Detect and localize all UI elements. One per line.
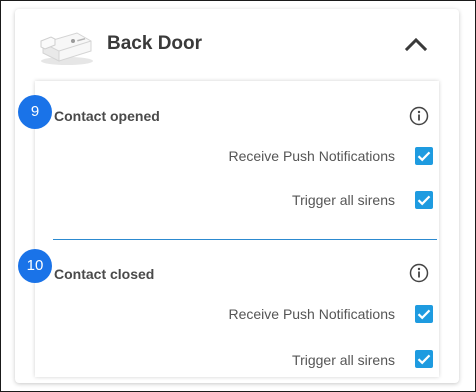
checkmark-icon bbox=[417, 354, 431, 365]
checkbox-closed-push[interactable] bbox=[415, 305, 433, 323]
info-button-contact-closed[interactable] bbox=[409, 263, 429, 283]
notification-settings-panel: Contact opened Receive Push Notification… bbox=[35, 81, 439, 377]
option-label-opened-sirens: Trigger all sirens bbox=[292, 192, 395, 208]
checkmark-icon bbox=[417, 195, 431, 206]
option-label-opened-push: Receive Push Notifications bbox=[228, 148, 395, 164]
option-label-closed-push: Receive Push Notifications bbox=[228, 306, 395, 322]
checkbox-opened-sirens[interactable] bbox=[415, 191, 433, 209]
checkbox-opened-push[interactable] bbox=[415, 147, 433, 165]
step-badge-10: 10 bbox=[18, 249, 52, 283]
option-label-closed-sirens: Trigger all sirens bbox=[292, 352, 395, 368]
device-card-header[interactable]: Back Door bbox=[15, 9, 459, 81]
section-divider bbox=[53, 239, 437, 240]
device-title: Back Door bbox=[107, 33, 203, 54]
door-contact-sensor-icon bbox=[40, 32, 93, 65]
step-badge-9: 9 bbox=[18, 95, 52, 129]
checkmark-icon bbox=[417, 309, 431, 320]
checkbox-closed-sirens[interactable] bbox=[415, 350, 433, 368]
screenshot-frame: Back Door Contact opened Receive Push No… bbox=[0, 0, 476, 392]
info-icon bbox=[409, 106, 429, 126]
checkmark-icon bbox=[417, 151, 431, 162]
info-icon bbox=[409, 263, 429, 283]
chevron-up-icon bbox=[404, 37, 428, 52]
section-title-contact-closed: Contact closed bbox=[54, 266, 155, 282]
section-title-contact-opened: Contact opened bbox=[54, 108, 160, 124]
device-card: Back Door Contact opened Receive Push No… bbox=[15, 9, 459, 383]
collapse-button[interactable] bbox=[401, 29, 431, 59]
info-button-contact-opened[interactable] bbox=[409, 106, 429, 126]
